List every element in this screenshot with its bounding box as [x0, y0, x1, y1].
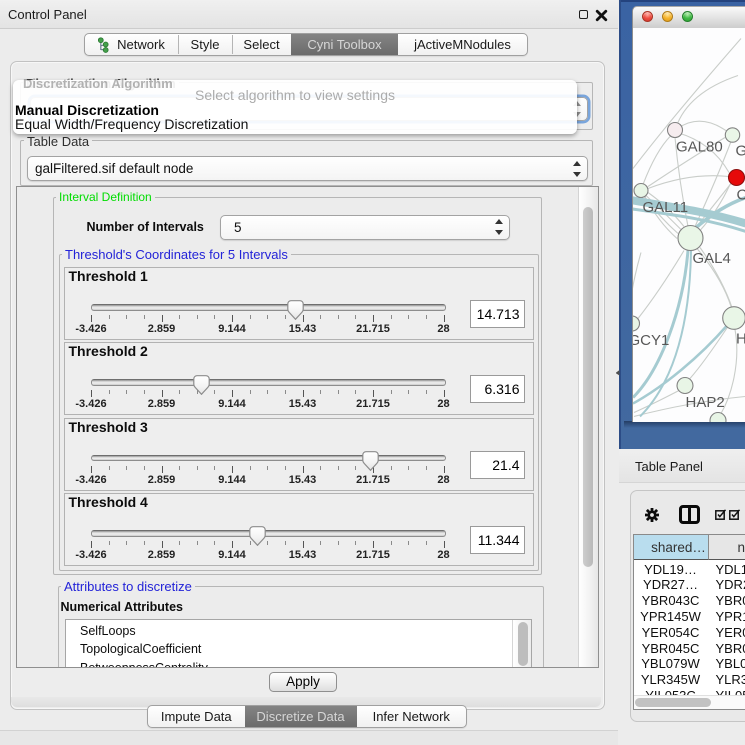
svg-text:H: H — [736, 330, 745, 347]
svg-text:GAL11: GAL11 — [643, 199, 689, 216]
svg-text:GCY1: GCY1 — [633, 332, 669, 349]
svg-text:GAL80: GAL80 — [676, 138, 723, 155]
svg-text:GAL4: GAL4 — [693, 250, 731, 267]
svg-text:HAP2: HAP2 — [686, 394, 725, 411]
svg-text:C: C — [737, 186, 745, 203]
svg-text:GA: GA — [736, 142, 745, 159]
